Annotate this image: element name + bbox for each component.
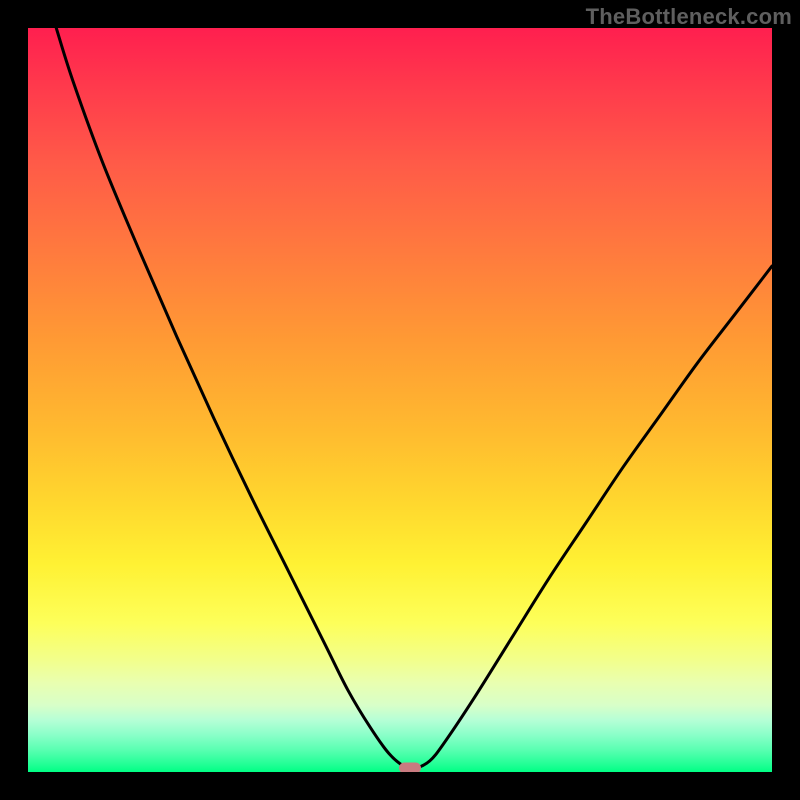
chart-frame: TheBottleneck.com bbox=[0, 0, 800, 800]
plot-area bbox=[28, 28, 772, 772]
bottleneck-curve bbox=[28, 28, 772, 772]
optimal-point-marker bbox=[399, 763, 421, 772]
watermark-text: TheBottleneck.com bbox=[586, 4, 792, 30]
